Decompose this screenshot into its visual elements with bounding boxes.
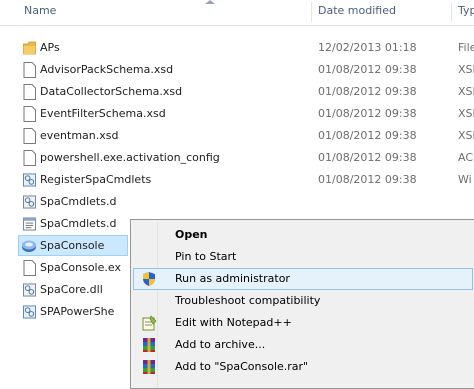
file-row[interactable]: AdvisorPackSchema.xsd 01/08/2012 09:38 X… xyxy=(0,59,474,81)
file-icon xyxy=(23,128,36,144)
uac-shield-icon xyxy=(143,272,155,286)
file-name: SPAPowerShe xyxy=(40,305,115,318)
menu-item-label: Open xyxy=(175,228,208,241)
file-row[interactable]: EventFilterSchema.xsd 01/08/2012 09:38 X… xyxy=(0,103,474,125)
menu-item-label: Pin to Start xyxy=(175,250,237,263)
dll-icon xyxy=(23,283,36,297)
file-name: powershell.exe.activation_config xyxy=(40,151,220,164)
file-name: DataCollectorSchema.xsd xyxy=(40,85,183,98)
file-date: 12/02/2013 01:18 xyxy=(318,41,417,54)
file-row[interactable]: eventman.xsd 01/08/2012 09:38 XSI xyxy=(0,125,474,147)
file-icon xyxy=(23,84,36,100)
menu-item-label: Troubleshoot compatibility xyxy=(175,294,321,307)
file-name: AdvisorPackSchema.xsd xyxy=(40,63,174,76)
context-menu: Open Pin to Start Run as administrator T… xyxy=(130,219,474,389)
file-name: SpaConsole.ex xyxy=(40,261,121,274)
file-date: 01/08/2012 09:38 xyxy=(318,85,417,98)
menu-item-add-to-archive[interactable]: Add to archive... xyxy=(133,334,473,356)
file-name: EventFilterSchema.xsd xyxy=(40,107,166,120)
file-row[interactable]: DataCollectorSchema.xsd 01/08/2012 09:38… xyxy=(0,81,474,103)
menu-item-troubleshoot-compatibility[interactable]: Troubleshoot compatibility xyxy=(133,290,473,312)
file-icon xyxy=(23,106,36,122)
file-date: 01/08/2012 09:38 xyxy=(318,63,417,76)
script-icon xyxy=(23,173,36,187)
file-type: Wi xyxy=(458,173,472,186)
file-name: eventman.xsd xyxy=(40,129,119,142)
column-date-header[interactable]: Date modified xyxy=(312,0,452,25)
file-date: 01/08/2012 09:38 xyxy=(318,129,417,142)
file-type: XSI xyxy=(458,129,474,142)
file-icon xyxy=(23,150,36,166)
file-type: File xyxy=(458,41,474,54)
menu-item-pin-to-start[interactable]: Pin to Start xyxy=(133,246,473,268)
file-date: 01/08/2012 09:38 xyxy=(318,151,417,164)
winrar-icon xyxy=(143,338,155,352)
file-row[interactable]: powershell.exe.activation_config 01/08/2… xyxy=(0,147,474,169)
file-row[interactable]: RegisterSpaCmdlets 01/08/2012 09:38 Wi xyxy=(0,169,474,191)
menu-item-label: Add to "SpaConsole.rar" xyxy=(175,360,309,373)
column-name-header[interactable]: Name xyxy=(18,0,312,25)
script-icon xyxy=(23,305,36,319)
file-type: XSI xyxy=(458,63,474,76)
file-icon xyxy=(23,62,36,78)
menu-item-edit-with-notepad-plus-plus[interactable]: Edit with Notepad++ xyxy=(133,312,473,334)
column-header: Name Date modified Typ xyxy=(0,0,474,26)
file-name: RegisterSpaCmdlets xyxy=(40,173,152,186)
folder-icon xyxy=(23,41,36,55)
file-row[interactable]: SpaCmdlets.d xyxy=(0,191,474,213)
menu-item-label: Edit with Notepad++ xyxy=(175,316,292,329)
column-type-header[interactable]: Typ xyxy=(452,0,474,25)
file-type: XSI xyxy=(458,85,474,98)
file-name: SpaCmdlets.d xyxy=(40,195,117,208)
notepad-plus-plus-icon xyxy=(142,315,157,331)
text-file-icon xyxy=(23,217,36,231)
menu-item-label: Run as administrator xyxy=(175,272,290,285)
file-row-aps[interactable]: APs 12/02/2013 01:18 File xyxy=(0,37,474,59)
file-name: SpaConsole xyxy=(40,239,105,252)
file-name: SpaCmdlets.d xyxy=(40,217,117,230)
file-date: 01/08/2012 09:38 xyxy=(318,107,417,120)
menu-item-open[interactable]: Open xyxy=(133,224,473,246)
file-icon xyxy=(23,260,36,276)
menu-item-run-as-administrator[interactable]: Run as administrator xyxy=(133,268,473,290)
file-date: 01/08/2012 09:38 xyxy=(318,173,417,186)
file-type: AC xyxy=(458,151,474,164)
menu-item-label: Add to archive... xyxy=(175,338,266,351)
file-type: XSI xyxy=(458,107,474,120)
menu-item-add-to-rar[interactable]: Add to "SpaConsole.rar" xyxy=(133,356,473,378)
console-app-icon xyxy=(22,240,36,252)
file-name: SpaCore.dll xyxy=(40,283,103,296)
winrar-icon xyxy=(143,360,155,374)
dll-icon xyxy=(23,195,36,209)
file-name: APs xyxy=(40,41,60,54)
